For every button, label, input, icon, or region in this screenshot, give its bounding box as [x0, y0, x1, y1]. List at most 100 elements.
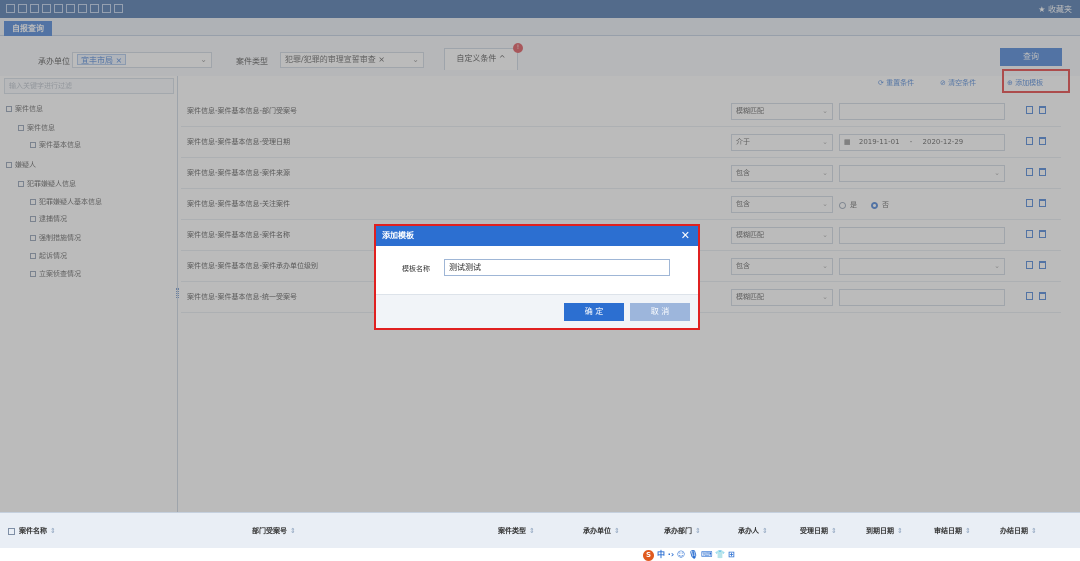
- toolbar-icon[interactable]: [114, 4, 123, 13]
- column-header[interactable]: 承办单位 ⇕: [583, 526, 620, 536]
- tree-node[interactable]: 逮捕情况: [30, 214, 67, 224]
- favorites-link[interactable]: ★ 收藏夹: [1038, 4, 1072, 15]
- panel-splitter[interactable]: [176, 288, 179, 298]
- select-all-checkbox[interactable]: [8, 527, 15, 535]
- confirm-button[interactable]: 确 定: [564, 303, 624, 321]
- trash-icon[interactable]: [1039, 137, 1046, 145]
- edit-icon[interactable]: [1026, 137, 1033, 145]
- operator-select[interactable]: 模糊匹配 ⌄: [731, 227, 833, 244]
- date-to: 2020-12-29: [922, 138, 964, 146]
- date-range-input[interactable]: ▦ 2019-11-01 - 2020-12-29: [839, 134, 1005, 151]
- edit-icon[interactable]: [1026, 261, 1033, 269]
- radio-yes[interactable]: [839, 201, 846, 209]
- edit-icon[interactable]: [1026, 292, 1033, 300]
- chevron-down-icon: ⌄: [822, 231, 828, 239]
- sort-icon: ⇕: [695, 527, 701, 535]
- toolbar-icon[interactable]: [42, 4, 51, 13]
- column-header[interactable]: 承办人 ⇕: [738, 526, 768, 536]
- template-name-input[interactable]: 测试测试: [444, 259, 670, 276]
- condition-row: 案件信息-案件基本信息-案件来源 包含 ⌄ ⌄: [181, 158, 1061, 189]
- sort-icon: ⇕: [965, 527, 971, 535]
- tree-filter-input[interactable]: 输入关键字进行过滤: [4, 78, 174, 94]
- operator-select[interactable]: 包含 ⌄: [731, 258, 833, 275]
- condition-label: 案件信息-案件基本信息-案件名称: [187, 231, 291, 239]
- tree-node-label: 强制措施情况: [39, 234, 81, 242]
- date-separator: -: [909, 138, 913, 146]
- toolbar-icon[interactable]: [66, 4, 75, 13]
- reset-conditions-link[interactable]: ⟳ 重置条件: [878, 78, 914, 88]
- operator-select[interactable]: 模糊匹配 ⌄: [731, 103, 833, 120]
- operator-select[interactable]: 包含 ⌄: [731, 196, 833, 213]
- trash-icon[interactable]: [1039, 106, 1046, 114]
- toolbar-icon[interactable]: [102, 4, 111, 13]
- edit-icon[interactable]: [1026, 106, 1033, 114]
- edit-icon[interactable]: [1026, 230, 1033, 238]
- value-input[interactable]: [839, 227, 1005, 244]
- condition-row: 案件信息-案件基本信息-关注案件 包含 ⌄ 是 否: [181, 189, 1061, 220]
- column-header[interactable]: 办结日期 ⇕: [1000, 526, 1037, 536]
- chevron-down-icon: ⌄: [822, 200, 828, 208]
- toolbar-icon[interactable]: [30, 4, 39, 13]
- row-actions: [1026, 292, 1046, 300]
- trash-icon[interactable]: [1039, 261, 1046, 269]
- operator-select[interactable]: 介于 ⌄: [731, 134, 833, 151]
- column-header[interactable]: 部门受案号 ⇕: [252, 526, 296, 536]
- operator-select[interactable]: 模糊匹配 ⌄: [731, 289, 833, 306]
- tree-node[interactable]: 嫌疑人: [6, 160, 36, 170]
- trash-icon[interactable]: [1039, 292, 1046, 300]
- toolbar-icon[interactable]: [18, 4, 27, 13]
- column-label: 承办部门: [664, 527, 692, 535]
- tab-self-query[interactable]: 自报查询: [4, 21, 52, 36]
- dialog-header: 添加模板 ✕: [376, 226, 698, 246]
- app-toolbar: ★ 收藏夹: [0, 0, 1080, 18]
- column-header[interactable]: 案件类型 ⇕: [498, 526, 535, 536]
- tree-node[interactable]: 案件基本信息: [30, 140, 81, 150]
- radio-no[interactable]: [871, 201, 878, 209]
- trash-icon[interactable]: [1039, 168, 1046, 176]
- column-header[interactable]: 承办部门 ⇕: [664, 526, 701, 536]
- toolbar-icon[interactable]: [78, 4, 87, 13]
- tree-node[interactable]: 立案侦查情况: [30, 269, 81, 279]
- query-button[interactable]: 查询: [1000, 48, 1062, 66]
- edit-icon[interactable]: [1026, 199, 1033, 207]
- tree-node[interactable]: 案件信息: [6, 104, 43, 114]
- clear-conditions-link[interactable]: ⊘ 清空条件: [940, 78, 976, 88]
- trash-icon[interactable]: [1039, 230, 1046, 238]
- tree-node[interactable]: 强制措施情况: [30, 233, 81, 243]
- toolbar-icon[interactable]: [54, 4, 63, 13]
- column-header[interactable]: 受理日期 ⇕: [800, 526, 837, 536]
- sort-icon: ⇕: [1031, 527, 1037, 535]
- sort-icon: ⇕: [762, 527, 768, 535]
- column-header[interactable]: 到期日期 ⇕: [866, 526, 903, 536]
- tree-node[interactable]: 犯罪嫌疑人信息: [18, 179, 76, 189]
- type-select[interactable]: 犯罪/犯罪的审理宣誓审查 × ⌄: [280, 52, 424, 68]
- column-header[interactable]: 审结日期 ⇕: [934, 526, 971, 536]
- column-header[interactable]: 案件名称 ⇕: [8, 526, 56, 536]
- sort-icon: ⇕: [529, 527, 535, 535]
- operator-value: 模糊匹配: [736, 231, 764, 239]
- condition-row: 案件信息-案件基本信息-受理日期 介于 ⌄ ▦ 2019-11-01 - 2020…: [181, 127, 1061, 158]
- cancel-button[interactable]: 取 消: [630, 303, 690, 321]
- trash-icon[interactable]: [1039, 199, 1046, 207]
- edit-icon[interactable]: [1026, 168, 1033, 176]
- close-icon[interactable]: ✕: [681, 226, 690, 246]
- sort-icon: ⇕: [614, 527, 620, 535]
- toolbar-icon[interactable]: [6, 4, 15, 13]
- custom-conditions-tab[interactable]: 自定义条件 ^: [444, 48, 518, 70]
- tree-node-label: 犯罪嫌疑人基本信息: [39, 198, 102, 206]
- value-input[interactable]: [839, 103, 1005, 120]
- value-select[interactable]: ⌄: [839, 165, 1005, 182]
- unit-chip[interactable]: 宜丰市局 ×: [77, 54, 127, 65]
- tree-node[interactable]: 起诉情况: [30, 251, 67, 261]
- ime-logo-icon: S: [643, 550, 654, 561]
- operator-select[interactable]: 包含 ⌄: [731, 165, 833, 182]
- tree-node-label: 嫌疑人: [15, 161, 36, 169]
- unit-select[interactable]: 宜丰市局 × ⌄: [72, 52, 212, 68]
- ime-toolbar[interactable]: S中 ·› ☺ 🎙 ⌨ 👕 ⊞: [643, 549, 735, 561]
- tree-node[interactable]: 犯罪嫌疑人基本信息: [30, 197, 102, 207]
- tree-node[interactable]: 案件信息: [18, 123, 55, 133]
- column-label: 案件类型: [498, 527, 526, 535]
- toolbar-icon[interactable]: [90, 4, 99, 13]
- value-input[interactable]: [839, 289, 1005, 306]
- value-select[interactable]: ⌄: [839, 258, 1005, 275]
